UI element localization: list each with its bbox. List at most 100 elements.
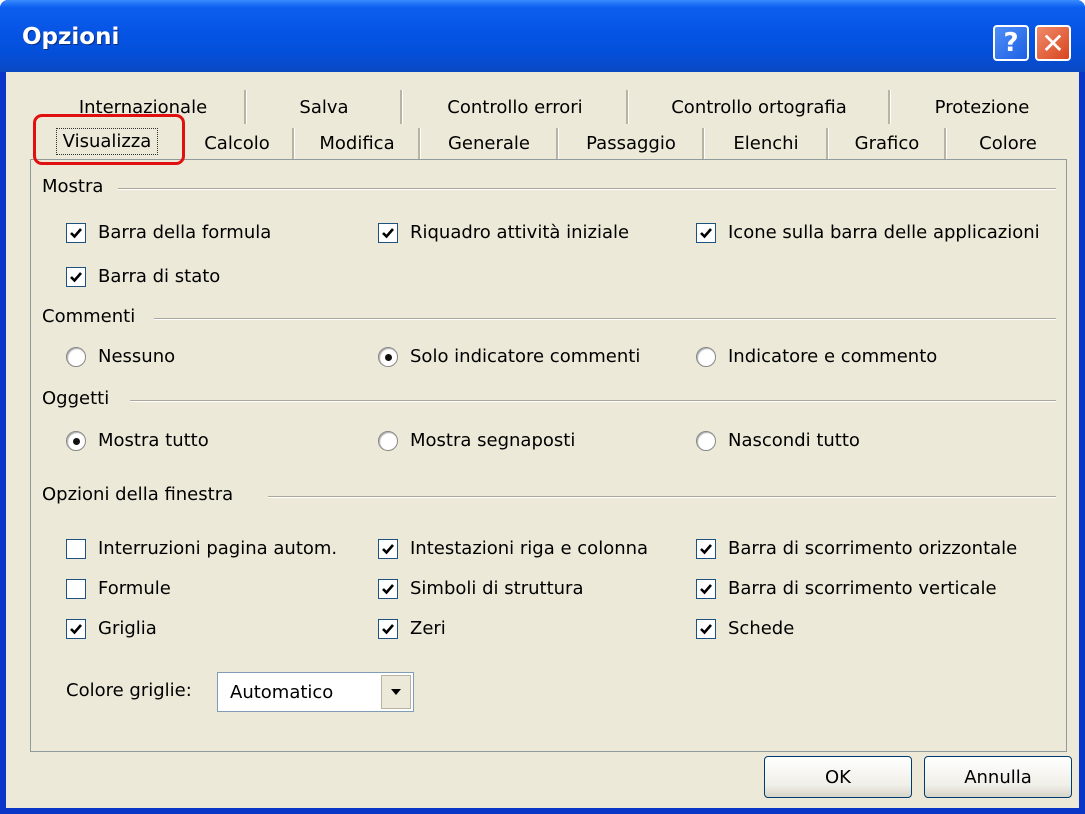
checkbox-icon (378, 578, 398, 599)
checkbox-simboli-struttura[interactable]: Simboli di struttura (378, 578, 583, 599)
radio-solo-indicatore[interactable]: Solo indicatore commenti (378, 346, 640, 367)
tab-modifica[interactable]: Modifica (296, 126, 418, 160)
checkbox-icon (66, 222, 86, 243)
checkbox-label: Intestazioni riga e colonna (410, 538, 649, 559)
tab-label: Elenchi (733, 132, 799, 154)
radio-mostra-segnaposti[interactable]: Mostra segnaposti (378, 430, 575, 451)
checkbox-label: Barra di stato (98, 266, 221, 287)
radio-nascondi-tutto[interactable]: Nascondi tutto (696, 430, 860, 451)
gridcolor-value: Automatico (230, 681, 334, 703)
dialog-client: Internazionale Salva Controllo errori Co… (6, 72, 1079, 808)
tab-protezione[interactable]: Protezione (892, 90, 1072, 124)
tab-calcolo[interactable]: Calcolo (182, 126, 292, 160)
checkbox-icon (66, 266, 86, 287)
help-button[interactable]: ? (993, 25, 1029, 61)
section-mostra: Mostra (42, 176, 104, 197)
radio-icon (696, 430, 716, 451)
radio-icon (66, 346, 86, 367)
checkbox-label: Griglia (98, 618, 157, 639)
radio-label: Mostra tutto (98, 430, 209, 451)
tab-separator (556, 128, 559, 160)
gridcolor-select[interactable]: Automatico (217, 672, 414, 712)
tab-separator (826, 128, 829, 160)
checkbox-intestazioni[interactable]: Intestazioni riga e colonna (378, 538, 648, 559)
radio-icon (378, 346, 398, 367)
tab-elenchi[interactable]: Elenchi (706, 126, 826, 160)
cancel-button[interactable]: Annulla (924, 756, 1072, 798)
tab-separator (400, 90, 403, 124)
tab-colore[interactable]: Colore (948, 126, 1068, 160)
checkbox-icone-barra[interactable]: Icone sulla barra delle applicazioni (696, 222, 1040, 243)
tab-controllo-errori[interactable]: Controllo errori (404, 90, 626, 124)
tab-label: Modifica (319, 132, 395, 154)
checkbox-icon (696, 538, 716, 559)
checkbox-icon (66, 578, 86, 599)
checkbox-label: Riquadro attività iniziale (410, 222, 630, 243)
ok-button[interactable]: OK (764, 756, 912, 798)
radio-icon (696, 346, 716, 367)
radio-mostra-tutto[interactable]: Mostra tutto (66, 430, 209, 451)
checkbox-scorrimento-verticale[interactable]: Barra di scorrimento verticale (696, 578, 997, 599)
tab-controllo-ortografia[interactable]: Controllo ortografia (630, 90, 888, 124)
section-commenti: Commenti (42, 306, 136, 327)
tab-grafico[interactable]: Grafico (830, 126, 944, 160)
gridcolor-label: Colore griglie: (66, 680, 192, 701)
checkbox-icon (696, 578, 716, 599)
highlight-box (33, 114, 185, 165)
radio-label: Nascondi tutto (728, 430, 860, 451)
tab-generale[interactable]: Generale (422, 126, 556, 160)
tab-separator (944, 128, 947, 160)
tab-separator (702, 128, 705, 160)
checkbox-icon (696, 222, 716, 243)
tab-label: Controllo ortografia (671, 96, 847, 118)
tab-separator (292, 128, 295, 160)
checkbox-formule[interactable]: Formule (66, 578, 171, 599)
tab-panel (30, 159, 1067, 752)
tab-separator (626, 90, 629, 124)
checkbox-scorrimento-orizzontale[interactable]: Barra di scorrimento orizzontale (696, 538, 1017, 559)
help-icon: ? (1003, 28, 1019, 58)
section-finestra: Opzioni della finestra (42, 484, 234, 505)
radio-nessuno[interactable]: Nessuno (66, 346, 175, 367)
radio-icon (66, 430, 86, 451)
checkbox-label: Formule (98, 578, 171, 599)
checkbox-zeri[interactable]: Zeri (378, 618, 446, 639)
radio-icon (378, 430, 398, 451)
tab-label: Generale (447, 132, 530, 154)
section-divider (130, 400, 1056, 402)
checkbox-label: Simboli di struttura (410, 578, 584, 599)
checkbox-label: Zeri (410, 618, 446, 639)
checkbox-icon (378, 222, 398, 243)
checkbox-label: Schede (728, 618, 795, 639)
checkbox-label: Barra di scorrimento verticale (728, 578, 997, 599)
checkbox-griglia[interactable]: Griglia (66, 618, 157, 639)
checkbox-icon (696, 618, 716, 639)
title-bar[interactable]: Opzioni ? ✕ (0, 0, 1085, 72)
checkbox-icon (378, 618, 398, 639)
radio-label: Mostra segnaposti (410, 430, 576, 451)
checkbox-barra-stato[interactable]: Barra di stato (66, 266, 220, 287)
checkbox-icon (66, 618, 86, 639)
section-divider (118, 188, 1056, 190)
tab-label: Protezione (934, 96, 1030, 118)
tab-separator (888, 90, 891, 124)
close-button[interactable]: ✕ (1035, 25, 1071, 61)
tab-label: Grafico (854, 132, 920, 154)
radio-indicatore-commento[interactable]: Indicatore e commento (696, 346, 937, 367)
section-divider (268, 496, 1056, 498)
tab-label: Salva (299, 96, 349, 118)
checkbox-interruzioni-pagina[interactable]: Interruzioni pagina autom. (66, 538, 337, 559)
chevron-down-icon[interactable] (381, 675, 411, 709)
tab-passaggio[interactable]: Passaggio (560, 126, 702, 160)
tab-separator (244, 90, 247, 124)
checkbox-label: Icone sulla barra delle applicazioni (728, 222, 1040, 243)
checkbox-icon (378, 538, 398, 559)
section-divider (154, 318, 1056, 320)
radio-label: Nessuno (98, 346, 176, 367)
checkbox-barra-formula[interactable]: Barra della formula (66, 222, 271, 243)
checkbox-schede[interactable]: Schede (696, 618, 794, 639)
checkbox-riquadro-attivita[interactable]: Riquadro attività iniziale (378, 222, 629, 243)
radio-label: Solo indicatore commenti (410, 346, 641, 367)
tab-salva[interactable]: Salva (248, 90, 400, 124)
checkbox-label: Barra di scorrimento orizzontale (728, 538, 1018, 559)
